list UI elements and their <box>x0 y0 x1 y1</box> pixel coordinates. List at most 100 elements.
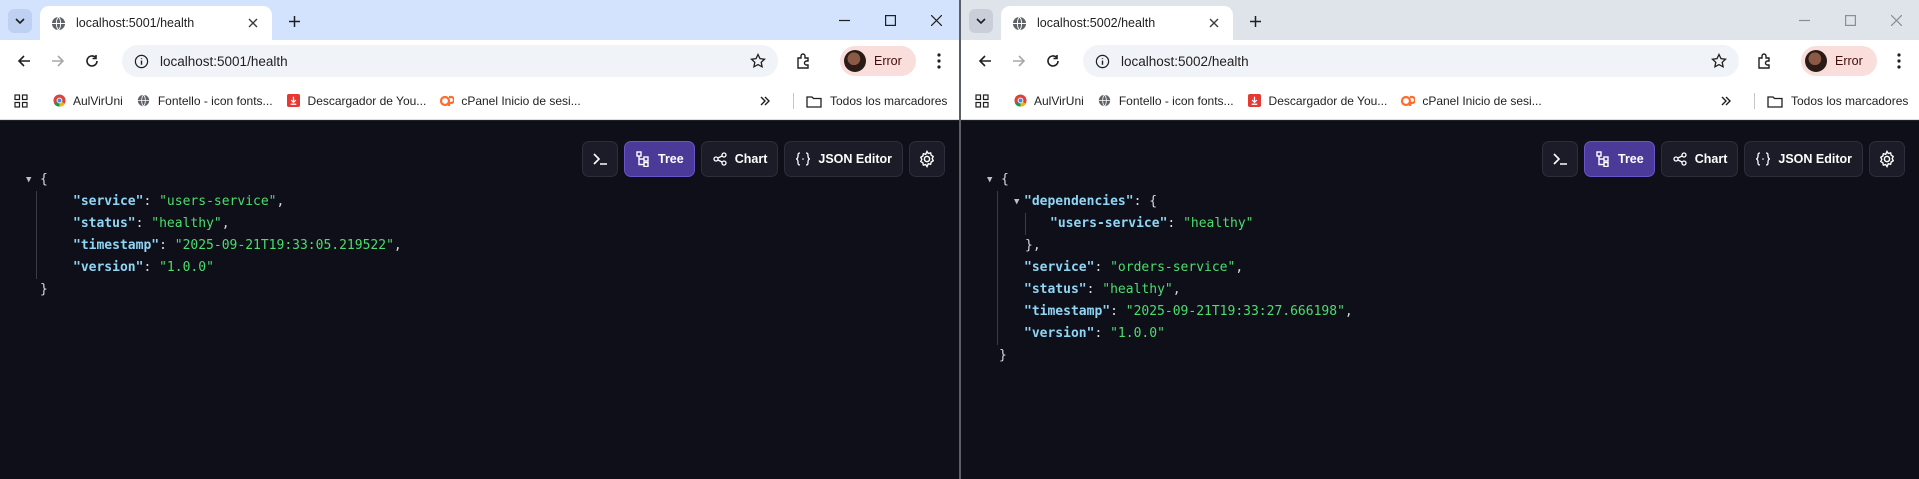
bookmarks-divider <box>793 93 794 109</box>
forward-button[interactable] <box>1005 47 1033 75</box>
bookmark-label: cPanel Inicio de sesi... <box>1422 93 1542 108</box>
new-tab-button[interactable] <box>282 9 306 33</box>
minimize-button[interactable] <box>821 0 867 40</box>
kebab-menu-button[interactable] <box>927 49 951 73</box>
reload-button[interactable] <box>1039 47 1067 75</box>
bookmark-item[interactable]: AulVirUni <box>52 94 123 108</box>
comma: , <box>1235 260 1244 275</box>
new-tab-button[interactable] <box>1243 9 1267 33</box>
tree-button-label: Tree <box>1618 152 1644 166</box>
minimize-button[interactable] <box>1781 0 1827 40</box>
tab-search-button[interactable] <box>8 9 32 33</box>
all-bookmarks-item[interactable]: Todos los marcadores <box>1767 82 1908 120</box>
json-field: "timestamp": "2025-09-21T19:33:05.219522… <box>73 238 402 253</box>
json-key: "dependencies" <box>1024 194 1134 209</box>
chart-button[interactable]: Chart <box>700 141 779 177</box>
tab-active[interactable]: localhost:5002/health <box>1001 6 1233 40</box>
reload-icon <box>1047 55 1059 67</box>
cpanel-icon <box>1401 94 1416 108</box>
site-info-icon[interactable] <box>1093 52 1111 70</box>
back-button[interactable] <box>971 47 999 75</box>
chevron-double-right-icon[interactable] <box>756 92 774 110</box>
extensions-icon <box>1758 53 1770 69</box>
bookmark-item[interactable]: Fontello - icon fonts... <box>1098 94 1234 108</box>
star-icon[interactable] <box>1709 51 1729 71</box>
bookmark-item[interactable]: cPanel Inicio de sesi... <box>1401 93 1542 108</box>
address-bar[interactable]: localhost:5001/health <box>122 45 778 77</box>
extensions-button[interactable] <box>792 49 816 73</box>
json-field: "version": "1.0.0" <box>73 260 214 275</box>
settings-button[interactable] <box>909 141 945 177</box>
back-button[interactable] <box>10 47 38 75</box>
profile-error-chip[interactable]: Error <box>1801 46 1877 76</box>
tab-search-button[interactable] <box>969 9 993 33</box>
cpanel-icon <box>440 94 455 108</box>
reload-button[interactable] <box>78 47 106 75</box>
folder-icon <box>1767 94 1783 108</box>
bookmark-item[interactable]: Descargador de You... <box>1248 94 1387 108</box>
chart-button[interactable]: Chart <box>1660 141 1739 177</box>
forward-button[interactable] <box>44 47 72 75</box>
forward-icon <box>1013 55 1026 67</box>
browser-window-right: localhost:5002/health localhost:5002/hea… <box>961 0 1919 479</box>
tab-active[interactable]: localhost:5001/health <box>40 6 272 40</box>
comma: , <box>1172 282 1181 297</box>
maximize-button[interactable] <box>1827 0 1873 40</box>
caret-down-icon[interactable]: ▼ <box>987 169 992 191</box>
avatar <box>1805 50 1827 72</box>
json-root-open[interactable]: ▼{ <box>26 169 402 191</box>
url-text[interactable]: localhost:5001/health <box>160 54 748 69</box>
maximize-icon <box>884 14 896 26</box>
terminal-button[interactable] <box>582 141 618 177</box>
bookmark-item[interactable]: cPanel Inicio de sesi... <box>440 94 581 108</box>
tree-button[interactable]: Tree <box>1584 141 1655 177</box>
tree-button[interactable]: Tree <box>624 141 695 177</box>
json-key: "status" <box>1024 282 1087 297</box>
site-info-icon[interactable] <box>132 52 150 70</box>
json-value: "healthy" <box>151 216 222 231</box>
tree-icon <box>635 151 651 167</box>
close-icon[interactable] <box>244 14 262 32</box>
close-window-button[interactable] <box>1873 0 1919 40</box>
settings-button[interactable] <box>1869 141 1905 177</box>
tab-title: localhost:5001/health <box>76 16 195 30</box>
json-editor-button[interactable]: JSON Editor <box>784 141 903 177</box>
maximize-button[interactable] <box>867 0 913 40</box>
comma: , <box>276 194 285 209</box>
apps-grid-icon[interactable] <box>12 92 30 110</box>
json-root-open[interactable]: ▼{ <box>987 169 1353 191</box>
caret-down-icon[interactable]: ▼ <box>26 169 31 191</box>
json-key: "version" <box>1024 326 1095 341</box>
json-viewer: Tree Chart JSON Editor ▼{ ▼ "dependencies… <box>961 121 1919 479</box>
all-bookmarks-item[interactable]: Todos los marcadores <box>806 82 947 120</box>
close-icon[interactable] <box>1205 14 1223 32</box>
tab-strip: localhost:5002/health <box>961 0 1919 40</box>
apps-grid-icon[interactable] <box>973 92 991 110</box>
bookmarks-bar: AulVirUni Fontello - icon fonts... Desca… <box>0 82 959 120</box>
json-field: "service": "orders-service", <box>1024 260 1244 275</box>
bookmark-item[interactable]: Descargador de You... <box>287 93 427 108</box>
json-object-open[interactable]: ▼ "dependencies": { <box>987 191 1353 213</box>
chevron-double-right-icon[interactable] <box>1717 92 1735 110</box>
json-value: "healthy" <box>1183 216 1254 231</box>
json-key: "status" <box>73 216 136 231</box>
url-text[interactable]: localhost:5002/health <box>1121 54 1709 69</box>
kebab-menu-button[interactable] <box>1887 49 1911 73</box>
close-window-button[interactable] <box>913 0 959 40</box>
json-editor-button[interactable]: JSON Editor <box>1744 141 1863 177</box>
star-icon[interactable] <box>748 51 768 71</box>
address-bar[interactable]: localhost:5002/health <box>1083 45 1739 77</box>
tab-strip: localhost:5001/health <box>0 0 959 40</box>
bookmark-label: Descargador de You... <box>307 93 427 108</box>
json-tree: ▼{ ▼ "dependencies": { "users-service": "… <box>987 169 1353 367</box>
folder-icon <box>806 94 822 108</box>
profile-error-chip[interactable]: Error <box>840 46 916 76</box>
caret-down-icon[interactable]: ▼ <box>1014 191 1019 213</box>
bookmark-item[interactable]: AulVirUni <box>1013 94 1084 108</box>
terminal-button[interactable] <box>1542 141 1578 177</box>
bookmark-item[interactable]: Fontello - icon fonts... <box>137 94 273 108</box>
extensions-button[interactable] <box>1753 49 1777 73</box>
globe-favicon-icon <box>1011 15 1027 31</box>
avatar <box>844 50 866 72</box>
chrome-logo-icon <box>52 94 66 108</box>
